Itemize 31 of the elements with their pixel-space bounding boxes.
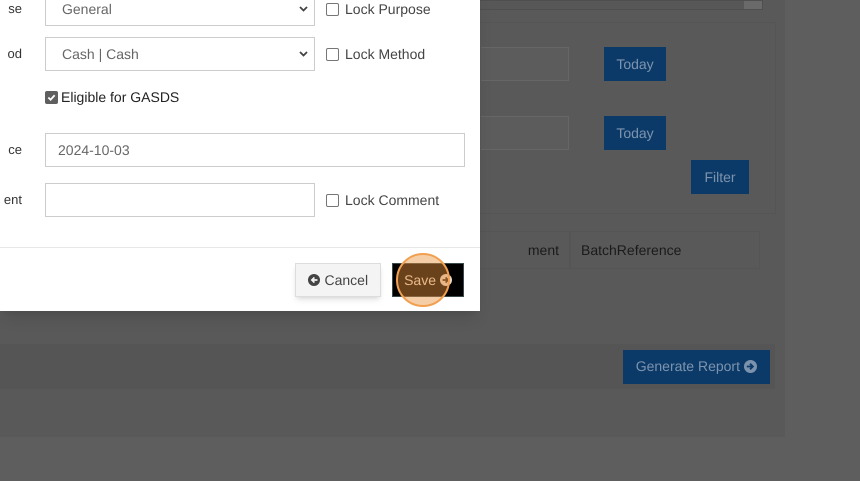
cancel-button[interactable]: Cancel [295, 263, 382, 297]
input-field[interactable] [45, 183, 315, 217]
date-field[interactable] [481, 116, 569, 150]
checkbox[interactable] [45, 90, 58, 104]
arrow-left-circle-icon [308, 274, 320, 286]
today-button[interactable]: Today [604, 47, 666, 81]
chevron-down-icon [299, 51, 308, 57]
lock-checkbox-label[interactable]: Lock Purpose [326, 0, 431, 20]
field-label: ent [4, 191, 22, 210]
scrollbar-thumb[interactable] [744, 1, 762, 9]
save-button[interactable]: Save [392, 263, 464, 297]
field-label: ce [8, 141, 22, 160]
arrow-right-circle-icon [440, 274, 452, 286]
checkbox[interactable] [326, 48, 339, 60]
field-label: od [8, 45, 22, 64]
select-field[interactable]: Cash | Cash [45, 37, 315, 71]
field-label: se [8, 0, 22, 18]
input-field[interactable]: 2024-10-03 [45, 133, 465, 167]
gasds-checkbox-label[interactable]: Eligible for GASDS [45, 87, 180, 107]
today-button[interactable]: Today [604, 116, 666, 150]
checkbox[interactable] [326, 2, 339, 16]
select-field[interactable]: General [45, 0, 315, 26]
lock-checkbox-label[interactable]: Lock Comment [326, 190, 440, 210]
date-field[interactable] [481, 47, 569, 81]
column-header: BatchReference [570, 231, 760, 269]
lock-checkbox-label[interactable]: Lock Method [326, 44, 426, 64]
checkbox[interactable] [326, 194, 339, 206]
arrow-right-circle-icon [744, 360, 757, 373]
generate-report-button[interactable]: Generate Report [622, 350, 770, 384]
chevron-down-icon [299, 6, 308, 12]
filter-button[interactable]: Filter [691, 160, 749, 194]
